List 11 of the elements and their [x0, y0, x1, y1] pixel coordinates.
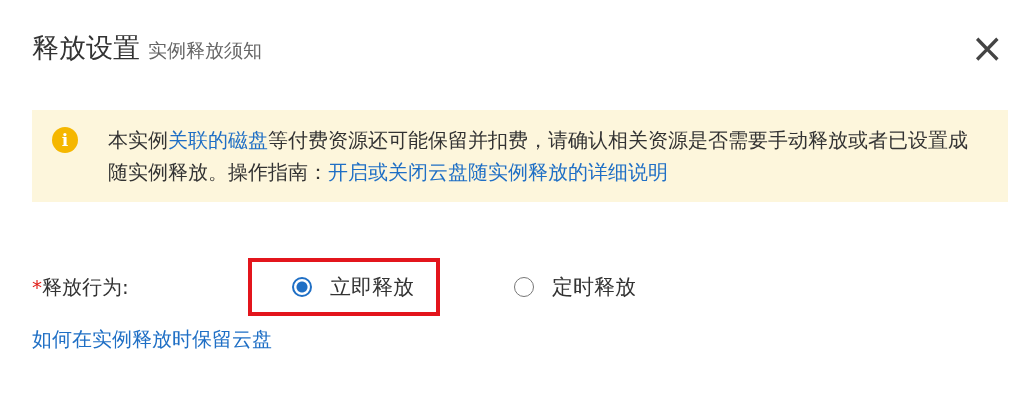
radio-option[interactable]: 立即释放 — [248, 258, 440, 316]
radio-option[interactable]: 定时释放 — [470, 258, 662, 316]
field-label: *释放行为: — [32, 273, 130, 301]
notice-text: 本实例关联的磁盘等付费资源还可能保留并扣费，请确认相关资源是否需要手动释放或者已设置成随实例释放。操作指南：开启或关闭云盘随实例释放的详细说明 — [108, 127, 969, 186]
info-icon: i — [52, 127, 78, 153]
notice-link[interactable]: 开启或关闭云盘随实例释放的详细说明 — [328, 160, 668, 184]
dialog-subtitle: 实例释放须知 — [148, 38, 262, 63]
dialog-title: 释放设置 — [32, 31, 140, 65]
help-link[interactable]: 如何在实例释放时保留云盘 — [32, 326, 272, 353]
notice-link[interactable]: 关联的磁盘 — [168, 128, 268, 152]
close-button[interactable]: × — [966, 28, 1008, 68]
